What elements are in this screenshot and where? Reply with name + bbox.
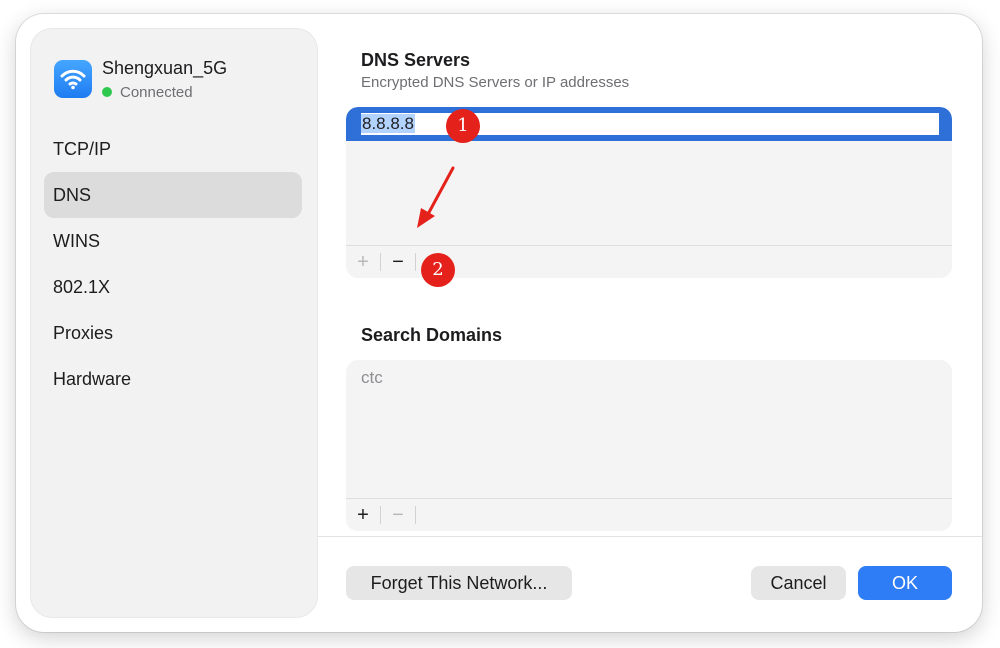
dns-server-value[interactable]: 8.8.8.8 — [361, 114, 415, 133]
sidebar-item-tcpip[interactable]: TCP/IP — [44, 126, 302, 172]
toolbar-divider — [415, 506, 416, 524]
add-dns-server-button[interactable]: + — [346, 246, 380, 278]
search-domain-item[interactable]: ctc — [361, 368, 383, 388]
sidebar-nav: TCP/IP DNS WINS 802.1X Proxies Hardware — [44, 126, 302, 402]
dns-servers-title: DNS Servers — [361, 50, 471, 70]
sidebar-item-8021x[interactable]: 802.1X — [44, 264, 302, 310]
cancel-button[interactable]: Cancel — [751, 566, 846, 600]
wifi-icon — [54, 60, 92, 98]
network-header: Shengxuan_5G Connected — [54, 58, 304, 102]
network-status-label: Connected — [120, 84, 193, 101]
ok-button[interactable]: OK — [858, 566, 952, 600]
annotation-badge-1: 1 — [446, 109, 480, 143]
sidebar-item-wins[interactable]: WINS — [44, 218, 302, 264]
network-status: Connected — [102, 84, 193, 101]
dns-server-row-selected[interactable]: 8.8.8.8 — [346, 107, 952, 141]
search-domains-title: Search Domains — [361, 325, 503, 345]
network-name: Shengxuan_5G — [102, 58, 228, 78]
network-settings-window: Shengxuan_5G Connected TCP/IP DNS WINS 8… — [16, 14, 982, 632]
dns-servers-subtitle: Encrypted DNS Servers or IP addresses — [361, 74, 630, 91]
remove-search-domain-button[interactable]: − — [381, 499, 415, 531]
remove-dns-server-button[interactable]: − — [381, 246, 415, 278]
annotation-arrow-icon — [417, 166, 455, 228]
search-domains-list: ctc + − — [346, 360, 952, 531]
sidebar-item-hardware[interactable]: Hardware — [44, 356, 302, 402]
sidebar-item-dns[interactable]: DNS — [44, 172, 302, 218]
search-domains-toolbar: + − — [346, 498, 952, 531]
footer-divider — [318, 536, 982, 537]
sidebar-item-proxies[interactable]: Proxies — [44, 310, 302, 356]
annotation-badge-2: 2 — [421, 253, 455, 287]
add-search-domain-button[interactable]: + — [346, 499, 380, 531]
forget-network-button[interactable]: Forget This Network... — [346, 566, 572, 600]
toolbar-divider — [415, 253, 416, 271]
connected-status-dot — [102, 87, 112, 97]
sidebar: Shengxuan_5G Connected TCP/IP DNS WINS 8… — [30, 28, 318, 618]
dns-settings-panel: DNS Servers Encrypted DNS Servers or IP … — [318, 14, 982, 632]
